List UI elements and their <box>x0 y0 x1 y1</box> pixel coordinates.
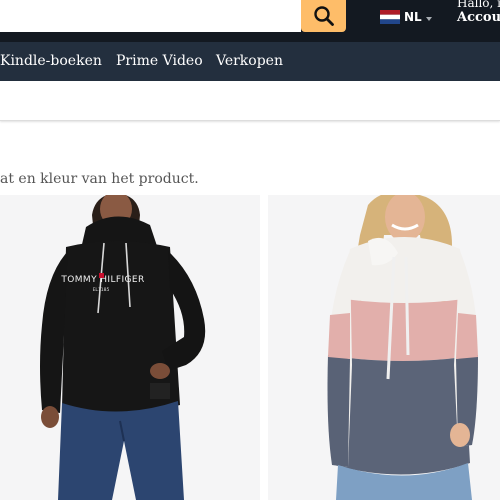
svg-text:EL1185: EL1185 <box>93 287 110 293</box>
product-card[interactable] <box>268 195 500 500</box>
language-selector[interactable]: NL <box>380 8 432 26</box>
account-menu[interactable]: Hallo, in Accoun <box>457 0 500 26</box>
results-subtitle: at en kleur van het product. <box>0 171 199 187</box>
nav-bar: Kindle-boeken Prime Video Verkopen <box>0 42 500 81</box>
chevron-down-icon <box>425 16 432 21</box>
flag-netherlands-icon <box>380 10 400 24</box>
nav-item-sell[interactable]: Verkopen <box>216 42 283 81</box>
nav-item-prime-video[interactable]: Prime Video <box>116 42 203 81</box>
search-button[interactable] <box>301 0 346 32</box>
search-input[interactable] <box>0 0 301 32</box>
nav-item-kindle-books[interactable]: Kindle-boeken <box>0 42 102 81</box>
account-greeting: Hallo, in <box>457 0 500 10</box>
top-header-bar: NL Hallo, in Accoun <box>0 0 500 42</box>
product-card[interactable]: TOMMY HILFIGER EL1185 <box>0 195 260 500</box>
black-tommy-hilfiger-hoodie-photo: TOMMY HILFIGER EL1185 <box>0 195 260 500</box>
account-title: Accoun <box>457 10 500 25</box>
colorblock-pink-grey-hoodie-photo <box>268 195 500 500</box>
sub-navigation-bar <box>0 81 500 121</box>
search-icon <box>313 6 334 26</box>
language-code: NL <box>404 10 422 24</box>
